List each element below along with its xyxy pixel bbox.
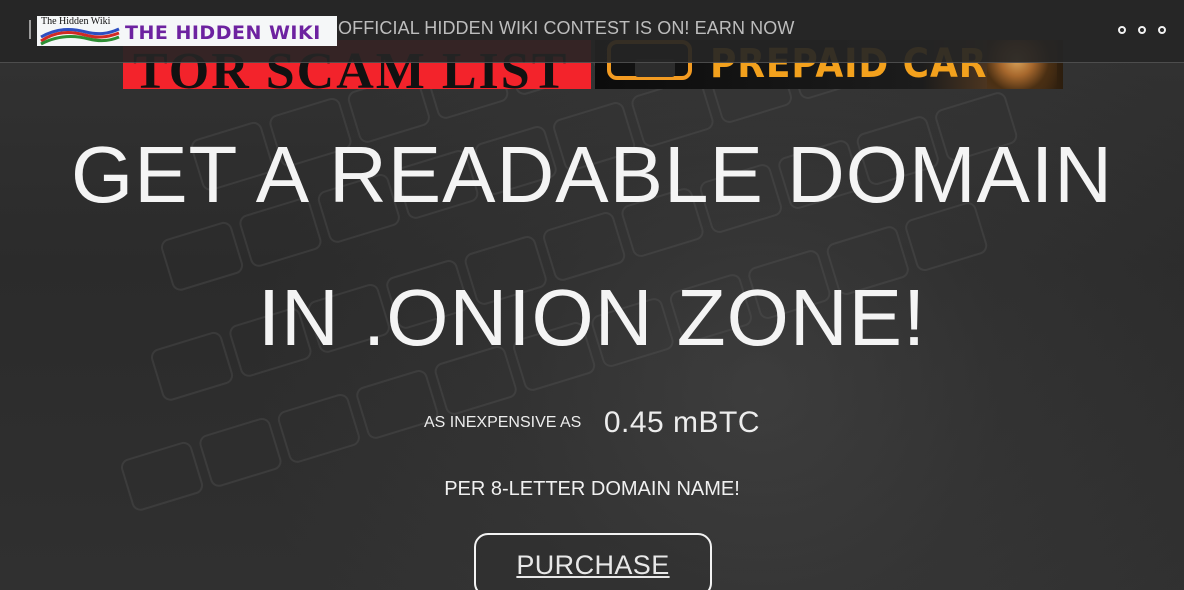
logo-main-text: THE HIDDEN WIKI [125,22,321,44]
hero-headline-line-2: IN .ONION ZONE! [257,273,927,362]
logo-small-text: The Hidden Wiki [41,16,111,27]
price-line: AS INEXPENSIVE AS 0.45 mBTC [0,406,1184,440]
hero-headline-line-1: GET A READABLE DOMAIN [70,130,1114,219]
menu-dot-icon [1158,26,1166,34]
menu-dot-icon [1118,26,1126,34]
three-dots-menu-button[interactable] [1118,24,1166,36]
price-prefix: AS INEXPENSIVE AS [423,414,582,431]
top-navigation-bar: The Hidden Wiki THE HIDDEN WIKI OFFICIAL… [0,0,1184,63]
hidden-wiki-logo[interactable]: The Hidden Wiki THE HIDDEN WIKI [37,16,337,46]
per-domain-text: PER 8-LETTER DOMAIN NAME! [444,478,740,500]
header-divider [29,20,31,39]
purchase-button[interactable]: PURCHASE [474,533,712,590]
logo-swoosh-icon [40,27,120,46]
page: The Hidden Wiki THE HIDDEN WIKI OFFICIAL… [0,0,1184,590]
price-value: 0.45 mBTC [603,406,761,439]
menu-dot-icon [1138,26,1146,34]
contest-link[interactable]: OFFICIAL HIDDEN WIKI CONTEST IS ON! EARN… [338,18,794,39]
